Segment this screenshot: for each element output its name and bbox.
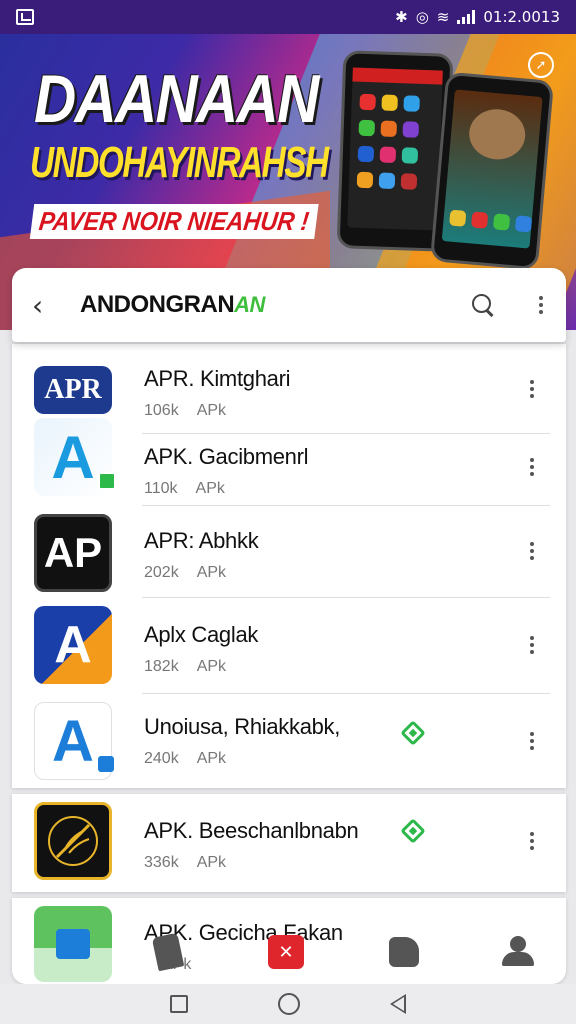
nav-tab-library[interactable] [384,932,424,972]
app-meta: 202k APk [144,564,227,581]
wifi-icon: ≋ [436,8,450,26]
gallery-icon [16,9,34,25]
app-list: APR APR. Kimtghari 106k APk A APK. Gacibm… [12,344,566,788]
figure-icon [151,932,185,972]
recents-icon[interactable] [170,995,188,1013]
app-icon [34,802,112,880]
more-vertical-icon[interactable] [536,296,546,314]
list-item-text: Aplx Caglak 182k APk [144,622,258,676]
more-vertical-icon[interactable] [530,458,534,476]
app-name: APR: Abhkk [144,528,259,553]
list-item[interactable]: A APK. Gacibmenrl 110k APk [12,418,566,506]
app-icon [34,906,112,982]
more-vertical-icon[interactable] [530,542,534,560]
app-name: Unoiusa, Rhiakkabk, [144,714,341,739]
list-item-text: APK. Beeschanlbnabn 336k APk [144,818,359,872]
profile-icon [502,936,534,968]
more-vertical-icon[interactable] [530,732,534,750]
banner-subtitle: UNDOHAYINRAHSH [30,138,329,187]
app-name: APK. Beeschanlbnabn [144,818,359,843]
page-title-accent: AN [234,292,265,317]
status-time: 01:2.0013 [483,8,560,26]
list-item-text: APR. Kimtghari 106k APk [144,366,290,420]
home-icon [56,929,90,959]
alarm-icon: ◎ [415,8,429,26]
search-icon[interactable] [470,292,496,318]
list-item[interactable]: APK. Beeschanlbnabn 336k APk [12,794,566,892]
page-title-text: ANDONGRAN [80,291,235,318]
app-meta: 110k APk [144,480,225,497]
bluetooth-icon: ✱ [395,8,408,26]
app-name: APK. Gacibmenrl [144,444,309,469]
app-list: APK. Gecicha Fakan APk ✕ [12,898,566,984]
nav-tab-home[interactable]: ✕ [266,932,306,972]
signal-icon [457,10,476,24]
app-name: Aplx Caglak [144,622,259,647]
app-bar: ‹ ANDONGRANAN [12,268,566,342]
compass-icon[interactable]: ➚ [528,52,554,78]
list-item[interactable]: A Unoiusa, Rhiakkabk, 240k APk [12,694,566,788]
app-meta: 336k APk [144,854,227,871]
app-icon: APR [34,366,112,414]
app-list: APK. Beeschanlbnabn 336k APk [12,794,566,892]
page-title: ANDONGRANAN [80,291,265,319]
status-icons: ✱ ◎ ≋ 01:2.0013 [395,8,560,26]
list-item-text: Unoiusa, Rhiakkabk, 240k APk [144,714,340,768]
verified-badge-icon [400,720,426,746]
list-item[interactable]: AP APR: Abhkk 202k APk [12,506,566,598]
info-badge-icon [98,756,114,772]
system-navigation-bar [0,984,576,1024]
home-button-icon[interactable] [278,993,300,1015]
nav-tab-profile[interactable] [498,932,538,972]
wheat-logo-icon [48,816,98,866]
list-item-text: APR: Abhkk 202k APk [144,528,259,582]
app-icon: AP [34,514,112,592]
play-badge-icon [98,472,116,490]
banner-title: DAANAAN [34,61,319,137]
back-triangle-icon[interactable] [390,994,406,1014]
banner-tagline: PAVER NOIR NIEAHUR ! [29,204,319,239]
list-item[interactable]: A Aplx Caglak 182k APk [12,598,566,694]
play-store-icon: ✕ [268,935,304,969]
verified-badge-icon [400,818,426,844]
phone-illustration [429,71,555,271]
more-vertical-icon[interactable] [530,380,534,398]
app-icon: A [34,606,112,684]
bookmark-icon [389,937,419,967]
app-meta: 240k APk [144,750,227,767]
more-vertical-icon[interactable] [530,832,534,850]
list-item-text: APK. Gacibmenrl 110k APk [144,444,309,498]
app-meta: 182k APk [144,658,227,675]
app-meta: 106k APk [144,402,227,419]
nav-tab-games[interactable] [148,932,188,972]
back-arrow-icon[interactable]: ‹ [32,289,72,322]
app-name: APR. Kimtghari [144,366,291,391]
more-vertical-icon[interactable] [530,636,534,654]
status-bar: ✱ ◎ ≋ 01:2.0013 [0,0,576,34]
